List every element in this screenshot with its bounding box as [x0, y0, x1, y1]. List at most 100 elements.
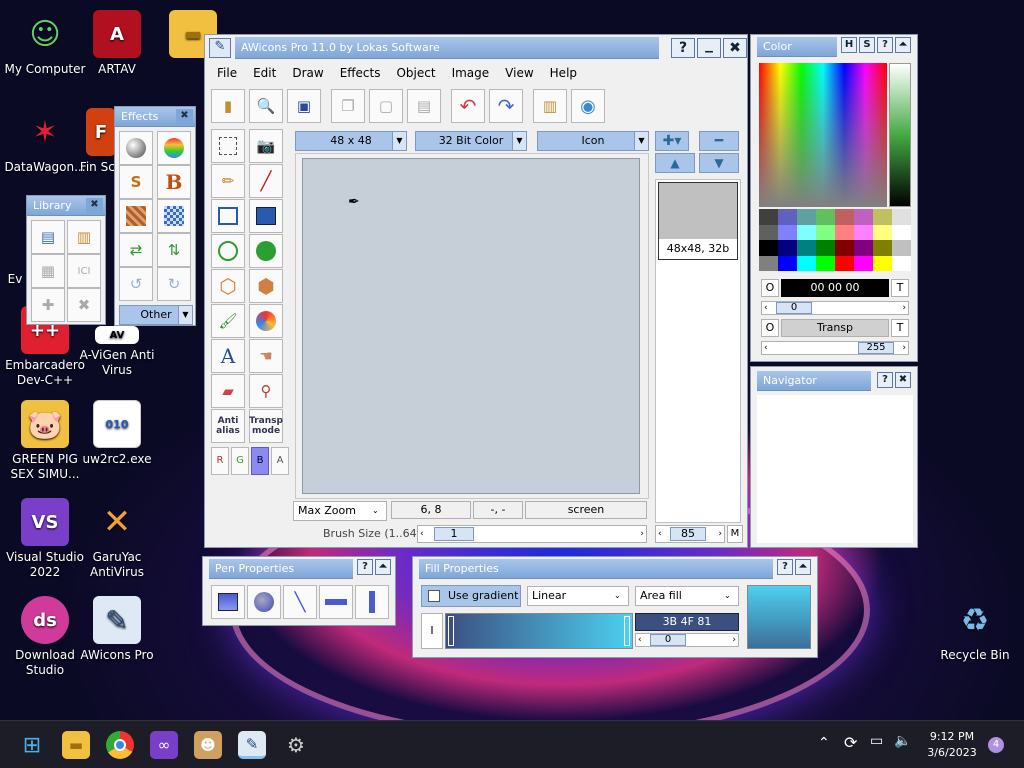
swatch[interactable]	[759, 209, 778, 225]
paste-new-button[interactable]: ▤	[407, 89, 441, 123]
image-list-item[interactable]: 48x48, 32b	[658, 182, 738, 260]
swatch[interactable]	[797, 255, 816, 271]
color-spectrum[interactable]	[759, 63, 887, 207]
volume-icon[interactable]: 🔈	[894, 733, 911, 749]
close-icon[interactable]: ✖	[895, 372, 911, 388]
taskbar-explorer[interactable]: ▬	[62, 731, 90, 759]
gradient-bar[interactable]	[445, 613, 633, 649]
copy-button[interactable]: ❐	[331, 89, 365, 123]
menu-draw[interactable]: Draw	[284, 63, 331, 83]
redo-button[interactable]: ↷	[489, 89, 523, 123]
brush-size-thumb[interactable]: 1	[434, 527, 474, 541]
filled-polygon-tool[interactable]: ⬢	[249, 269, 283, 303]
swatch[interactable]	[835, 255, 854, 271]
desktop-icon-recycle-bin[interactable]: ♻ Recycle Bin	[930, 596, 1020, 663]
library-delete-button[interactable]: ✖	[67, 288, 101, 322]
h-button[interactable]: H	[841, 37, 857, 53]
swatch[interactable]	[873, 224, 892, 240]
swatch[interactable]	[797, 209, 816, 225]
o-button[interactable]: O	[761, 279, 779, 297]
menu-object[interactable]: Object	[388, 63, 443, 83]
close-icon[interactable]: ✖	[176, 109, 193, 125]
start-button[interactable]: ⊞	[18, 731, 46, 759]
swatch[interactable]	[797, 240, 816, 256]
move-up-button[interactable]: ▲	[655, 153, 695, 173]
help-icon[interactable]: ?	[357, 559, 373, 575]
remove-image-button[interactable]: ━	[699, 131, 739, 151]
pen-diagonal-button[interactable]: ╲	[283, 585, 317, 619]
swatch[interactable]	[835, 209, 854, 225]
swatch[interactable]	[816, 240, 835, 256]
swatch[interactable]	[892, 240, 911, 256]
save-button[interactable]: ▣	[287, 89, 321, 123]
clock[interactable]: 9:12 PM 3/6/2023	[924, 729, 980, 761]
pen-round-button[interactable]	[247, 585, 281, 619]
color-replace-tool[interactable]	[249, 304, 283, 338]
help-icon[interactable]: ?	[671, 38, 695, 58]
add-image-button[interactable]: ✚▾	[655, 131, 689, 151]
taskbar-settings[interactable]: ⚙	[282, 731, 310, 759]
zoom-level-slider[interactable]: ‹ 85 ›	[655, 525, 725, 543]
select-tool[interactable]	[211, 129, 245, 163]
alpha-slider-2[interactable]: ‹ 255 ›	[761, 341, 909, 355]
sphere-effect-button[interactable]	[119, 131, 153, 165]
swatch[interactable]	[778, 240, 797, 256]
pen-horizontal-button[interactable]	[319, 585, 353, 619]
open-button[interactable]: ▮	[211, 89, 245, 123]
undo-button[interactable]: ↶	[451, 89, 485, 123]
rotate-left-button[interactable]: ↺	[119, 267, 153, 301]
channel-r-button[interactable]: R	[211, 447, 229, 475]
swatch[interactable]	[816, 224, 835, 240]
pencil-tool[interactable]: ✏	[211, 164, 245, 198]
channel-b-button[interactable]: B	[251, 447, 269, 475]
menu-view[interactable]: View	[497, 63, 541, 83]
swatch[interactable]	[854, 240, 873, 256]
fill-mode-select[interactable]: Area fill ⌄	[635, 586, 739, 606]
smudge-tool[interactable]: ☚	[249, 339, 283, 373]
t-button-2[interactable]: T	[891, 319, 909, 337]
sync-icon[interactable]: ⟳	[844, 733, 857, 752]
swatch[interactable]	[873, 240, 892, 256]
pin-icon[interactable]: ⏶	[375, 559, 391, 575]
zoom-button[interactable]: 🔍	[249, 89, 283, 123]
minimize-icon[interactable]: ▁	[697, 38, 721, 58]
gradient-slider-thumb[interactable]: 0	[650, 634, 686, 646]
chevron-up-icon[interactable]: ⌃	[818, 735, 830, 751]
capture-tool[interactable]: 📷	[249, 129, 283, 163]
help-icon[interactable]: ?	[777, 559, 793, 575]
flip-effect-button[interactable]: ⇅	[157, 233, 191, 267]
menu-edit[interactable]: Edit	[245, 63, 284, 83]
swap-effect-button[interactable]: ⇄	[119, 233, 153, 267]
image-type-select[interactable]: Icon ▼	[537, 131, 649, 151]
pin-icon[interactable]: ⏶	[895, 37, 911, 53]
text-tool[interactable]: A	[211, 339, 245, 373]
move-down-button[interactable]: ▼	[699, 153, 739, 173]
eyedropper-tool[interactable]: ⚲	[249, 374, 283, 408]
swatch[interactable]	[816, 255, 835, 271]
fill-tool[interactable]: 🖌	[211, 304, 245, 338]
filled-ellipse-tool[interactable]	[249, 234, 283, 268]
menu-image[interactable]: Image	[444, 63, 498, 83]
swatch[interactable]	[873, 255, 892, 271]
close-icon[interactable]: ✖	[723, 38, 747, 58]
swatch[interactable]	[759, 240, 778, 256]
swatch[interactable]	[759, 224, 778, 240]
swatch[interactable]	[873, 209, 892, 225]
swatch[interactable]	[854, 224, 873, 240]
rectangle-tool[interactable]	[211, 199, 245, 233]
taskbar-awicons[interactable]: ✎	[238, 731, 266, 759]
gold-effect-button[interactable]: S	[119, 165, 153, 199]
channel-g-button[interactable]: G	[231, 447, 249, 475]
zoom-select[interactable]: Max Zoom ⌄	[293, 501, 387, 521]
web-button[interactable]: ◉	[571, 89, 605, 123]
gradient-stop-right[interactable]	[624, 616, 630, 646]
color-hex-value[interactable]: 00 00 00	[781, 279, 889, 297]
texture-effect-button[interactable]	[119, 199, 153, 233]
swatch[interactable]	[778, 224, 797, 240]
desktop-icon-awicons[interactable]: ✎ AWicons Pro	[72, 596, 162, 663]
rotate-right-button[interactable]: ↻	[157, 267, 191, 301]
use-gradient-toggle[interactable]: Use gradient	[421, 585, 521, 607]
swatch[interactable]	[759, 255, 778, 271]
line-tool[interactable]: ╱	[249, 164, 283, 198]
color-depth-select[interactable]: 32 Bit Color ▼	[415, 131, 527, 151]
